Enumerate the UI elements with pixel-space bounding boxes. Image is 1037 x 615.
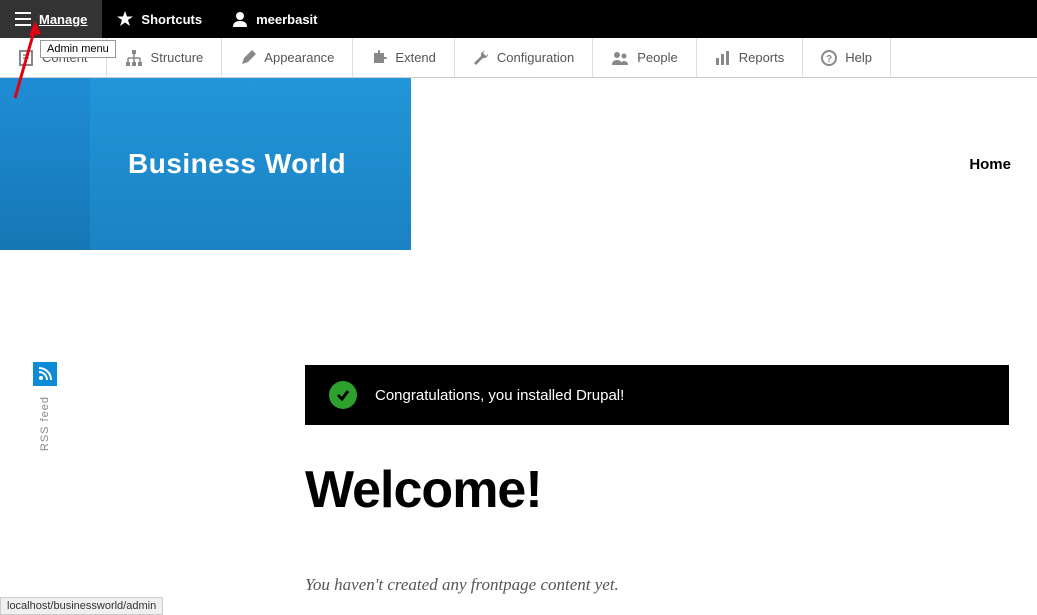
site-branding: Business World [90,78,411,250]
content-icon [18,50,34,66]
structure-icon [125,50,143,66]
admin-configuration[interactable]: Configuration [455,38,593,77]
status-text: Congratulations, you installed Drupal! [375,387,624,404]
people-label: People [637,50,677,65]
appearance-label: Appearance [264,50,334,65]
hamburger-icon [15,12,31,26]
left-sidebar: RSS feed [0,250,90,595]
admin-people[interactable]: People [593,38,696,77]
help-icon: ? [821,50,837,66]
rss-label: RSS feed [39,396,51,451]
primary-nav: Home [411,78,1037,250]
admin-extend[interactable]: Extend [353,38,454,77]
admin-help[interactable]: ? Help [803,38,891,77]
admin-toolbar: Content Structure Appearance Extend Conf… [0,38,1037,78]
status-message: Congratulations, you installed Drupal! [305,365,1009,425]
page-title: Welcome! [305,460,1009,520]
browser-status-url: localhost/businessworld/admin [0,597,163,615]
appearance-icon [240,50,256,66]
manage-menu[interactable]: Manage [0,0,102,38]
site-name[interactable]: Business World [128,148,346,180]
shortcuts-label: Shortcuts [141,12,202,27]
star-icon [117,11,133,27]
extend-label: Extend [395,50,435,65]
success-icon [329,381,357,409]
rss-feed-button[interactable] [33,362,57,386]
manage-label: Manage [39,12,87,27]
user-menu[interactable]: meerbasit [217,0,332,38]
reports-icon [715,50,731,66]
header-banner: Business World Home [0,78,1037,250]
people-icon [611,50,629,66]
extend-icon [371,50,387,66]
toolbar: Manage Shortcuts meerbasit [0,0,1037,38]
admin-menu-tooltip: Admin menu [40,40,116,58]
admin-reports[interactable]: Reports [697,38,804,77]
user-icon [232,11,248,27]
admin-appearance[interactable]: Appearance [222,38,353,77]
content-area: RSS feed Congratulations, you installed … [0,250,1037,595]
main-content: Congratulations, you installed Drupal! W… [90,250,1037,595]
page-subtext: You haven't created any frontpage conten… [305,575,1009,595]
nav-home[interactable]: Home [969,156,1011,173]
configuration-label: Configuration [497,50,574,65]
structure-label: Structure [151,50,204,65]
rss-icon [38,367,52,381]
user-label: meerbasit [256,12,317,27]
help-label: Help [845,50,872,65]
svg-text:?: ? [826,54,832,65]
admin-structure[interactable]: Structure [107,38,223,77]
banner-accent [0,78,90,250]
reports-label: Reports [739,50,785,65]
configuration-icon [473,50,489,66]
shortcuts-menu[interactable]: Shortcuts [102,0,217,38]
